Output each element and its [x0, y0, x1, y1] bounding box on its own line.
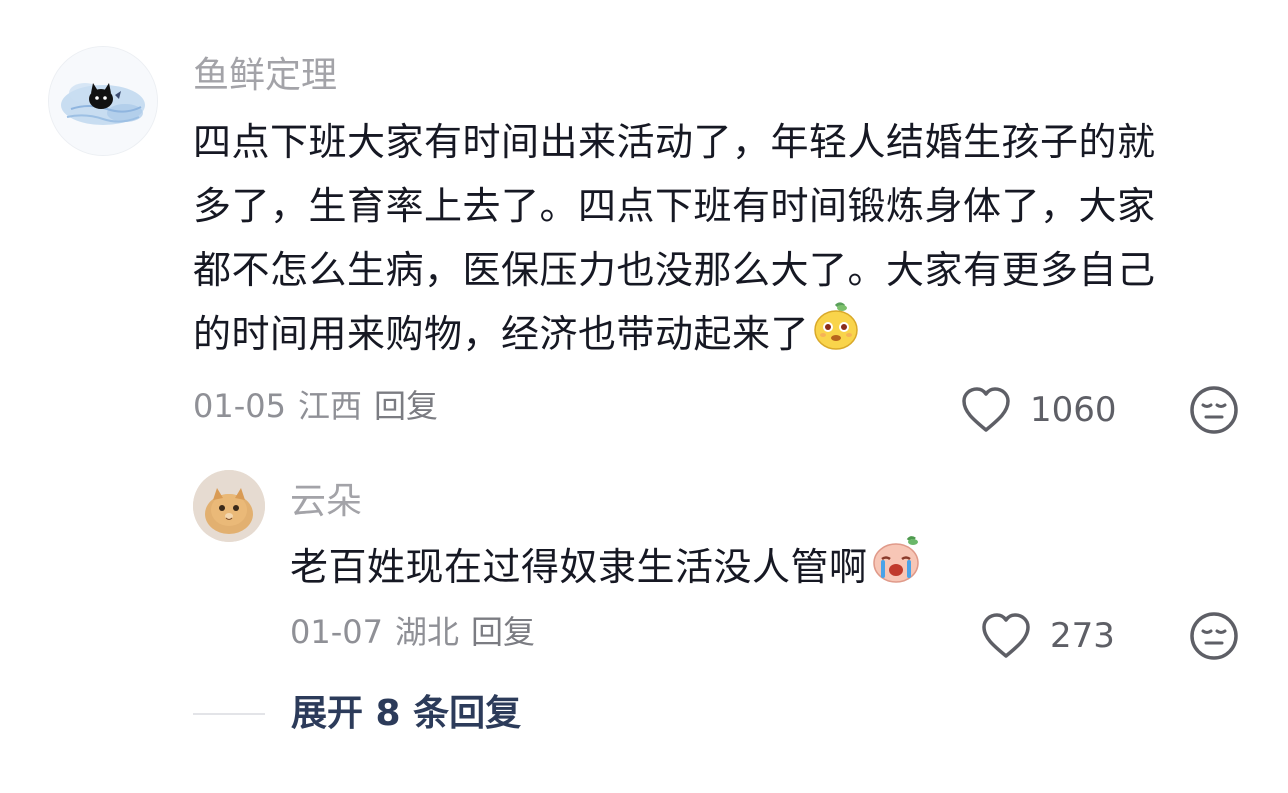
reply-location: 湖北 — [394, 613, 459, 651]
reply-button[interactable]: 回复 — [471, 613, 535, 651]
like-count: 1060 — [1030, 390, 1117, 430]
divider — [193, 713, 265, 715]
reply-text-line: 老百姓现在过得奴隶生活没人管啊 — [290, 535, 922, 604]
cat-photo-avatar-icon — [193, 470, 265, 542]
comment-text-line: 的时间用来购物，经济也带动起来了 — [193, 302, 1156, 371]
reply-text: 老百姓现在过得奴隶生活没人管啊 — [290, 535, 922, 604]
comment-meta: 01-05 江西 回复 — [193, 386, 450, 426]
dislike-face-icon — [1190, 386, 1238, 434]
expand-replies-button[interactable]: 展开 8 条回复 — [193, 692, 521, 736]
dislike-button[interactable] — [1188, 384, 1240, 440]
reply-button[interactable]: 回复 — [374, 387, 438, 425]
heart-icon — [962, 387, 1010, 432]
comment-text-last: 的时间用来购物，经济也带动起来了 — [193, 312, 810, 356]
dislike-face-icon — [1190, 612, 1238, 660]
like-count: 273 — [1050, 616, 1115, 656]
avatar[interactable] — [193, 470, 265, 542]
reply-username[interactable]: 云朵 — [290, 480, 362, 524]
black-cat-avatar-icon — [49, 47, 157, 155]
comment-text: 四点下班大家有时间出来活动了，年轻人结婚生孩子的就 多了，生育率上去了。四点下班… — [193, 110, 1156, 371]
comment-text-line: 多了，生育率上去了。四点下班有时间锻炼身体了，大家 — [193, 184, 1156, 228]
expand-replies-label: 展开 8 条回复 — [291, 693, 522, 734]
dislike-button[interactable] — [1188, 610, 1240, 666]
comment-username[interactable]: 鱼鲜定理 — [193, 54, 337, 98]
reply-text-content: 老百姓现在过得奴隶生活没人管啊 — [290, 545, 868, 589]
heart-icon — [982, 613, 1030, 658]
avatar[interactable] — [48, 46, 158, 156]
comment-text-line: 都不怎么生病，医保压力也没那么大了。大家有更多自己 — [193, 248, 1156, 292]
reply-meta: 01-07 湖北 回复 — [290, 612, 547, 652]
like-button[interactable]: 1060 — [960, 386, 1117, 434]
comment-text-line: 四点下班大家有时间出来活动了，年轻人结婚生孩子的就 — [193, 120, 1156, 164]
like-button[interactable]: 273 — [980, 612, 1115, 660]
reply-date: 01-07 — [290, 613, 383, 651]
comment-location: 江西 — [297, 387, 362, 425]
crying-emoji-icon — [870, 535, 922, 604]
comment-date: 01-05 — [193, 387, 286, 425]
yellow-smile-emoji-icon — [811, 302, 861, 371]
